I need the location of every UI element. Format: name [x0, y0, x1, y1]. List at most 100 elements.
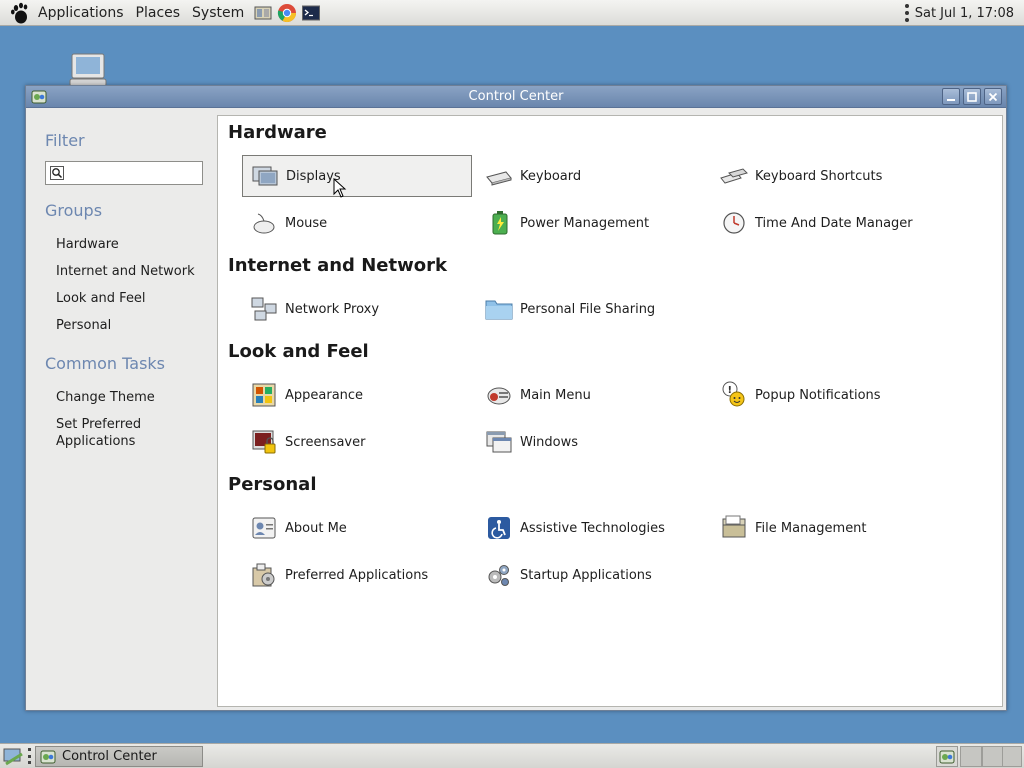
screensaver-icon [252, 430, 276, 454]
item-label: Keyboard [520, 168, 582, 184]
workspace-2[interactable] [982, 746, 1004, 767]
section-personal: Personal [228, 474, 317, 495]
item-file-management[interactable]: File Management [712, 507, 942, 549]
close-button[interactable] [984, 88, 1002, 105]
preferred-applications-icon [252, 563, 275, 587]
computer-desktop-icon[interactable] [66, 52, 110, 88]
item-time-and-date[interactable]: Time And Date Manager [712, 202, 942, 244]
item-appearance[interactable]: Appearance [242, 374, 472, 416]
item-label: Main Menu [520, 387, 591, 403]
item-network-proxy[interactable]: Network Proxy [242, 288, 472, 330]
about-me-icon [252, 517, 276, 539]
item-main-menu[interactable]: Main Menu [477, 374, 707, 416]
filter-field[interactable] [45, 161, 203, 185]
mouse-cursor-icon [333, 178, 347, 198]
filter-heading: Filter [45, 131, 85, 150]
item-label: Preferred Applications [285, 567, 429, 583]
section-look-and-feel: Look and Feel [228, 341, 369, 362]
item-keyboard-shortcuts[interactable]: Keyboard Shortcuts [712, 155, 942, 197]
file-management-icon [722, 515, 746, 538]
taskbar-control-center[interactable]: Control Center [35, 746, 203, 767]
item-label: Power Management [520, 215, 650, 231]
item-label: Assistive Technologies [520, 520, 665, 536]
sidebar: Filter Groups Hardware Internet and Netw… [29, 115, 217, 707]
bottom-panel: Control Center [0, 743, 1024, 768]
control-center-window: Control Center Filter Groups Hardware In… [25, 85, 1007, 711]
panel-grip [904, 4, 909, 22]
maximize-icon [967, 91, 977, 102]
group-personal[interactable]: Personal [56, 317, 111, 334]
keyboard-shortcuts-icon [720, 168, 748, 184]
minimize-button[interactable] [942, 88, 960, 105]
popup-notifications-icon: ! [722, 381, 745, 407]
power-management-icon [492, 211, 508, 235]
item-assistive-technologies[interactable]: Assistive Technologies [477, 507, 707, 549]
item-label: Personal File Sharing [520, 301, 656, 317]
item-popup-notifications[interactable]: ! Popup Notifications [712, 374, 942, 416]
tray-control-center-icon[interactable] [936, 746, 958, 767]
item-preferred-applications[interactable]: Preferred Applications [242, 554, 472, 596]
common-tasks-heading: Common Tasks [45, 354, 166, 373]
places-menu[interactable]: Places [130, 0, 187, 26]
task-change-theme[interactable]: Change Theme [56, 389, 155, 406]
item-mouse[interactable]: Mouse [242, 202, 472, 244]
filter-input[interactable] [68, 164, 198, 182]
workspace-3[interactable] [1002, 746, 1022, 767]
item-label: Keyboard Shortcuts [755, 168, 883, 184]
control-center-icon [40, 750, 56, 763]
close-icon [988, 92, 998, 101]
item-label: File Management [755, 520, 867, 536]
group-look-and-feel[interactable]: Look and Feel [56, 290, 146, 307]
top-panel: Applications Places System Sat Jul 1, 17… [0, 0, 1024, 26]
displays-icon [252, 166, 278, 186]
item-label: Mouse [285, 215, 328, 231]
gnome-foot-icon[interactable] [8, 1, 32, 25]
system-menu[interactable]: System [186, 0, 250, 26]
chrome-icon[interactable] [276, 2, 298, 24]
window-titlebar[interactable]: Control Center [26, 86, 1006, 108]
task-set-preferred-applications[interactable]: Set Preferred Applications [56, 416, 141, 450]
item-label: Appearance [285, 387, 364, 403]
search-icon [50, 166, 64, 180]
workspace-1[interactable] [960, 746, 982, 767]
item-label: About Me [285, 520, 347, 536]
section-hardware: Hardware [228, 122, 327, 143]
item-label: Windows [520, 434, 579, 450]
file-manager-icon[interactable] [252, 2, 274, 24]
item-label: Popup Notifications [755, 387, 881, 403]
keyboard-icon [486, 171, 512, 186]
appearance-icon [252, 383, 276, 407]
minimize-icon [947, 98, 955, 101]
clock-icon [723, 212, 745, 234]
applications-menu[interactable]: Applications [32, 0, 130, 26]
item-power-management[interactable]: Power Management [477, 202, 707, 244]
item-startup-applications[interactable]: Startup Applications [477, 554, 707, 596]
network-proxy-icon [251, 297, 277, 321]
item-personal-file-sharing[interactable]: Personal File Sharing [477, 288, 707, 330]
group-hardware[interactable]: Hardware [56, 236, 119, 253]
show-desktop-icon[interactable] [2, 746, 24, 766]
control-center-content: Hardware Displays Keyboard Keyboard Shor… [217, 115, 1003, 707]
item-label: Network Proxy [285, 301, 380, 317]
taskbar-grip [28, 748, 32, 764]
item-about-me[interactable]: About Me [242, 507, 472, 549]
item-keyboard[interactable]: Keyboard [477, 155, 707, 197]
group-internet-and-network[interactable]: Internet and Network [56, 263, 195, 280]
terminal-icon[interactable] [300, 2, 322, 24]
window-title: Control Center [468, 89, 564, 104]
main-menu-icon [487, 387, 511, 405]
groups-heading: Groups [45, 201, 103, 220]
taskbar-label: Control Center [62, 749, 157, 764]
section-internet-and-network: Internet and Network [228, 255, 447, 276]
accessibility-icon [488, 517, 510, 539]
item-label: Time And Date Manager [755, 215, 913, 231]
mouse-icon [253, 213, 275, 234]
clock[interactable]: Sat Jul 1, 17:08 [915, 6, 1014, 21]
maximize-button[interactable] [963, 88, 981, 105]
item-label: Screensaver [285, 434, 366, 450]
startup-applications-icon [488, 565, 509, 586]
item-windows[interactable]: Windows [477, 421, 707, 463]
item-screensaver[interactable]: Screensaver [242, 421, 472, 463]
item-displays[interactable]: Displays [242, 155, 472, 197]
item-label: Startup Applications [520, 567, 652, 583]
